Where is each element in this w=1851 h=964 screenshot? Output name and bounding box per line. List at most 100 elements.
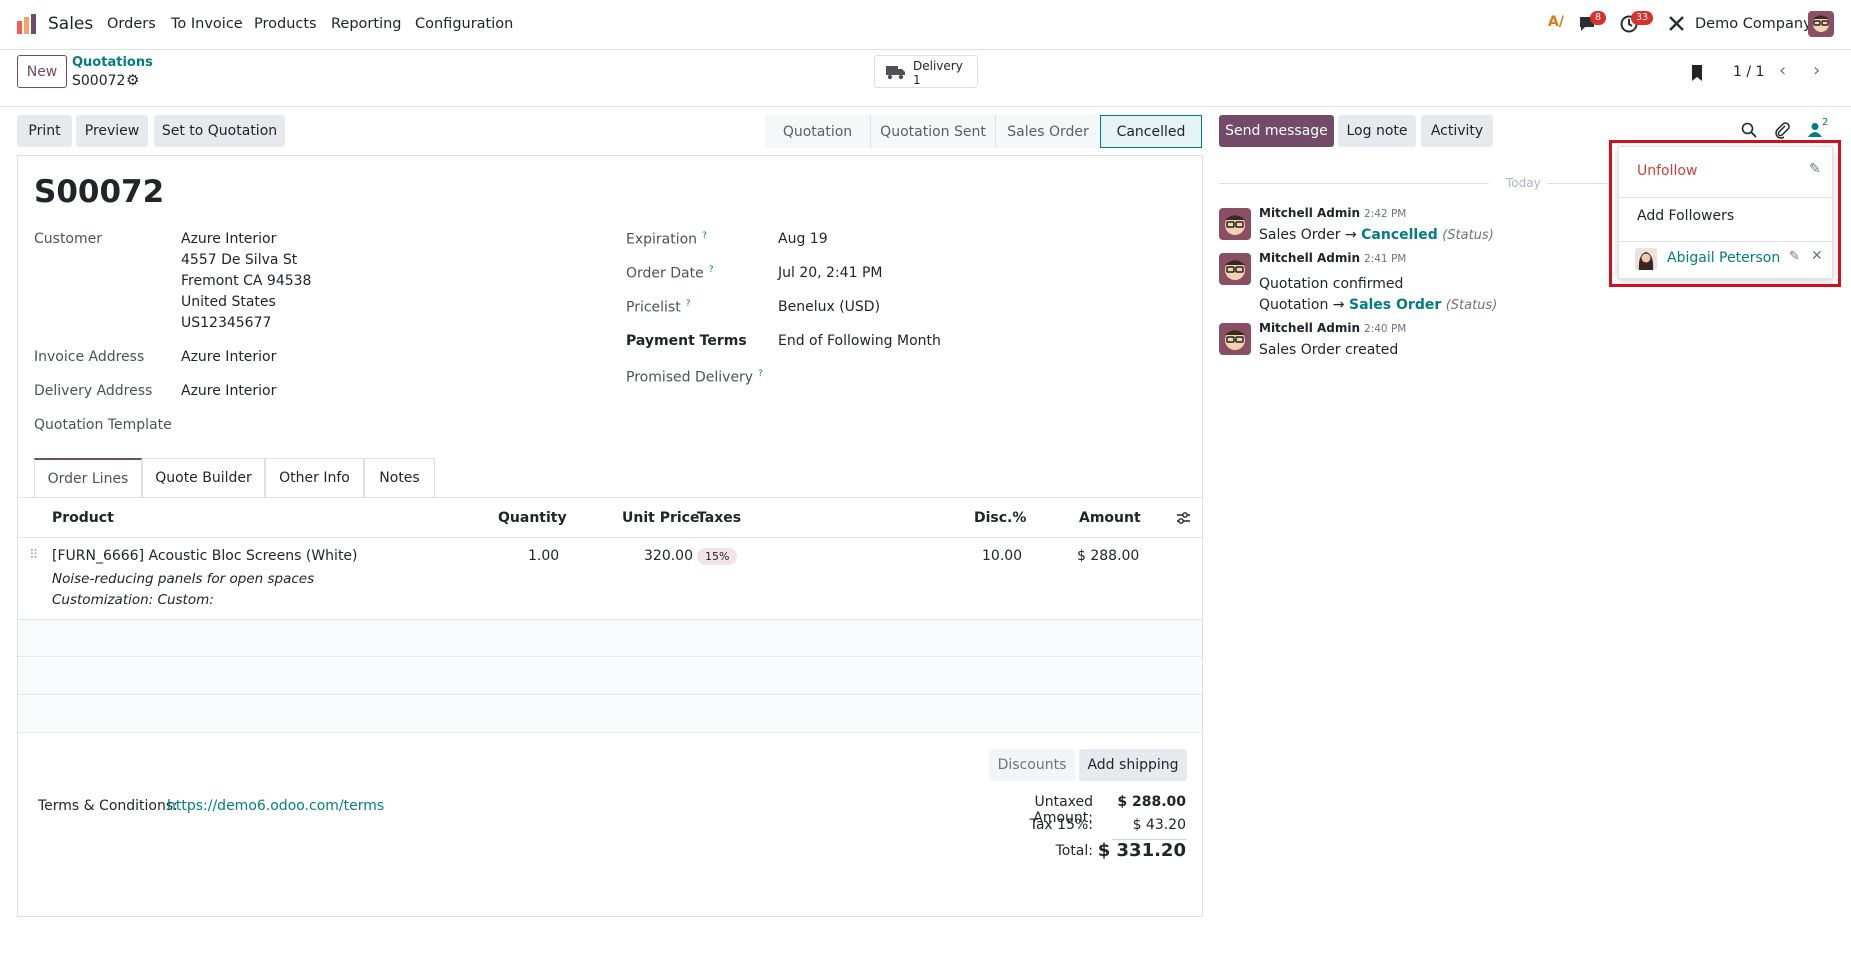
help-icon[interactable]: ?: [702, 231, 707, 241]
empty-row: [18, 658, 1202, 695]
activities-badge: 33: [1631, 11, 1654, 25]
expiration-value[interactable]: Aug 19: [778, 231, 828, 247]
user-avatar[interactable]: [1808, 11, 1834, 37]
col-unit-price[interactable]: Unit Price: [622, 510, 699, 526]
truck-icon: [886, 66, 905, 80]
discounts-button[interactable]: Discounts: [989, 749, 1075, 781]
line-description-1: Noise-reducing panels for open spaces: [52, 571, 315, 587]
avatar-face-icon: [1225, 330, 1245, 350]
col-product[interactable]: Product: [52, 510, 114, 526]
line-quantity[interactable]: 1.00: [528, 548, 559, 564]
menu-products[interactable]: Products: [254, 16, 317, 32]
stage-sales-order[interactable]: Sales Order: [995, 115, 1100, 148]
col-taxes[interactable]: Taxes: [697, 510, 741, 526]
top-navbar: Sales Orders To Invoice Products Reporti…: [0, 0, 1851, 49]
help-icon[interactable]: ?: [758, 369, 763, 379]
delivery-address-label: Delivery Address: [34, 383, 153, 399]
stage-cancelled[interactable]: Cancelled: [1100, 115, 1202, 148]
line-unit-price[interactable]: 320.00: [644, 548, 693, 564]
pricelist-value[interactable]: Benelux (USD): [778, 299, 880, 315]
tab-other-info[interactable]: Other Info: [265, 458, 364, 497]
line-product-link[interactable]: [FURN_6666] Acoustic Bloc Screens (White…: [52, 548, 358, 564]
optional-columns-icon[interactable]: [1176, 511, 1191, 525]
paperclip-icon[interactable]: [1774, 121, 1790, 139]
pager-previous-icon[interactable]: ‹: [1779, 60, 1786, 81]
total-label: Total:: [1055, 843, 1093, 859]
add-shipping-button[interactable]: Add shipping: [1079, 749, 1187, 781]
drag-handle-icon[interactable]: ⠿: [29, 548, 39, 563]
highlight-annotation: [1609, 140, 1841, 287]
customer-link[interactable]: Azure Interior: [181, 231, 276, 247]
tools-icon[interactable]: [1668, 15, 1685, 32]
delivery-smart-button[interactable]: Delivery 1: [874, 55, 978, 88]
today-separator-right: [1547, 183, 1607, 184]
pager-next-icon[interactable]: ›: [1813, 60, 1820, 81]
message-tracking: Quotation → Sales Order (Status): [1259, 297, 1498, 313]
message-author[interactable]: Mitchell Admin 2:40 PM: [1259, 321, 1406, 335]
invoice-address-link[interactable]: Azure Interior: [181, 349, 276, 365]
stage-quotation[interactable]: Quotation: [765, 115, 870, 148]
order-title: S00072: [34, 174, 165, 210]
delivery-address-link[interactable]: Azure Interior: [181, 383, 276, 399]
pricelist-label: Pricelist?: [626, 299, 691, 316]
sales-app-icon[interactable]: [16, 13, 38, 35]
line-discount[interactable]: 10.00: [982, 548, 1022, 564]
col-amount[interactable]: Amount: [1079, 510, 1141, 526]
preview-button[interactable]: Preview: [76, 115, 148, 147]
avatar-face-icon: [1225, 215, 1245, 235]
log-note-button[interactable]: Log note: [1338, 115, 1416, 147]
promised-delivery-label: Promised Delivery?: [626, 369, 763, 386]
message-time: 2:41 PM: [1364, 253, 1407, 265]
followers-icon[interactable]: [1808, 122, 1822, 138]
menu-reporting[interactable]: Reporting: [331, 16, 402, 32]
search-icon[interactable]: [1741, 122, 1757, 138]
payment-terms-label: Payment Terms: [626, 333, 747, 349]
print-button[interactable]: Print: [17, 115, 72, 147]
pager-value[interactable]: 1 / 1: [1733, 64, 1764, 80]
control-panel-divider: [0, 106, 1851, 107]
col-quantity[interactable]: Quantity: [498, 510, 567, 526]
messages-badge: 8: [1590, 11, 1607, 25]
message-avatar[interactable]: [1219, 323, 1251, 355]
tab-notes[interactable]: Notes: [364, 458, 435, 497]
tax-label: Tax 15%:: [1029, 817, 1093, 833]
stage-quotation-sent[interactable]: Quotation Sent: [870, 115, 995, 148]
message-author[interactable]: Mitchell Admin 2:41 PM: [1259, 251, 1406, 265]
empty-row: [18, 696, 1202, 733]
order-date-value[interactable]: Jul 20, 2:41 PM: [778, 265, 882, 281]
tax-badge[interactable]: 15%: [697, 548, 738, 565]
payment-terms-value[interactable]: End of Following Month: [778, 333, 941, 349]
tab-order-lines[interactable]: Order Lines: [34, 458, 142, 497]
tab-quote-builder[interactable]: Quote Builder: [142, 458, 265, 497]
total-amount: $ 331.20: [1097, 840, 1186, 861]
menu-configuration[interactable]: Configuration: [415, 16, 513, 32]
help-icon[interactable]: ?: [686, 299, 691, 309]
bookmark-icon[interactable]: [1690, 64, 1704, 82]
expiration-label: Expiration?: [626, 231, 707, 248]
col-disc[interactable]: Disc.%: [974, 510, 1026, 526]
user-avatar-icon: [1813, 15, 1829, 32]
breadcrumb-quotations[interactable]: Quotations: [72, 55, 153, 70]
message-avatar[interactable]: [1219, 208, 1251, 240]
send-message-button[interactable]: Send message: [1219, 115, 1334, 147]
ai-assistant-icon[interactable]: A/: [1548, 14, 1564, 30]
app-name[interactable]: Sales: [48, 14, 93, 34]
line-amount: $ 288.00: [1077, 548, 1140, 564]
message-avatar[interactable]: [1219, 253, 1251, 285]
delivery-label: Delivery: [913, 59, 963, 73]
set-to-quotation-button[interactable]: Set to Quotation: [154, 115, 285, 147]
terms-link[interactable]: https://demo6.odoo.com/terms: [167, 798, 384, 814]
company-switcher[interactable]: Demo Company: [1695, 16, 1812, 32]
order-date-label: Order Date?: [626, 265, 714, 282]
customer-label: Customer: [34, 231, 103, 247]
avatar-face-icon: [1225, 260, 1245, 280]
message-author[interactable]: Mitchell Admin 2:42 PM: [1259, 206, 1406, 220]
message-tracking: Sales Order → Cancelled (Status): [1259, 227, 1494, 243]
gear-icon[interactable]: ⚙: [126, 71, 139, 89]
terms-label: Terms & Conditions:: [38, 798, 178, 814]
help-icon[interactable]: ?: [709, 265, 714, 275]
new-button[interactable]: New: [17, 55, 67, 88]
menu-to-invoice[interactable]: To Invoice: [171, 16, 243, 32]
menu-orders[interactable]: Orders: [107, 16, 156, 32]
activity-button[interactable]: Activity: [1421, 115, 1493, 147]
